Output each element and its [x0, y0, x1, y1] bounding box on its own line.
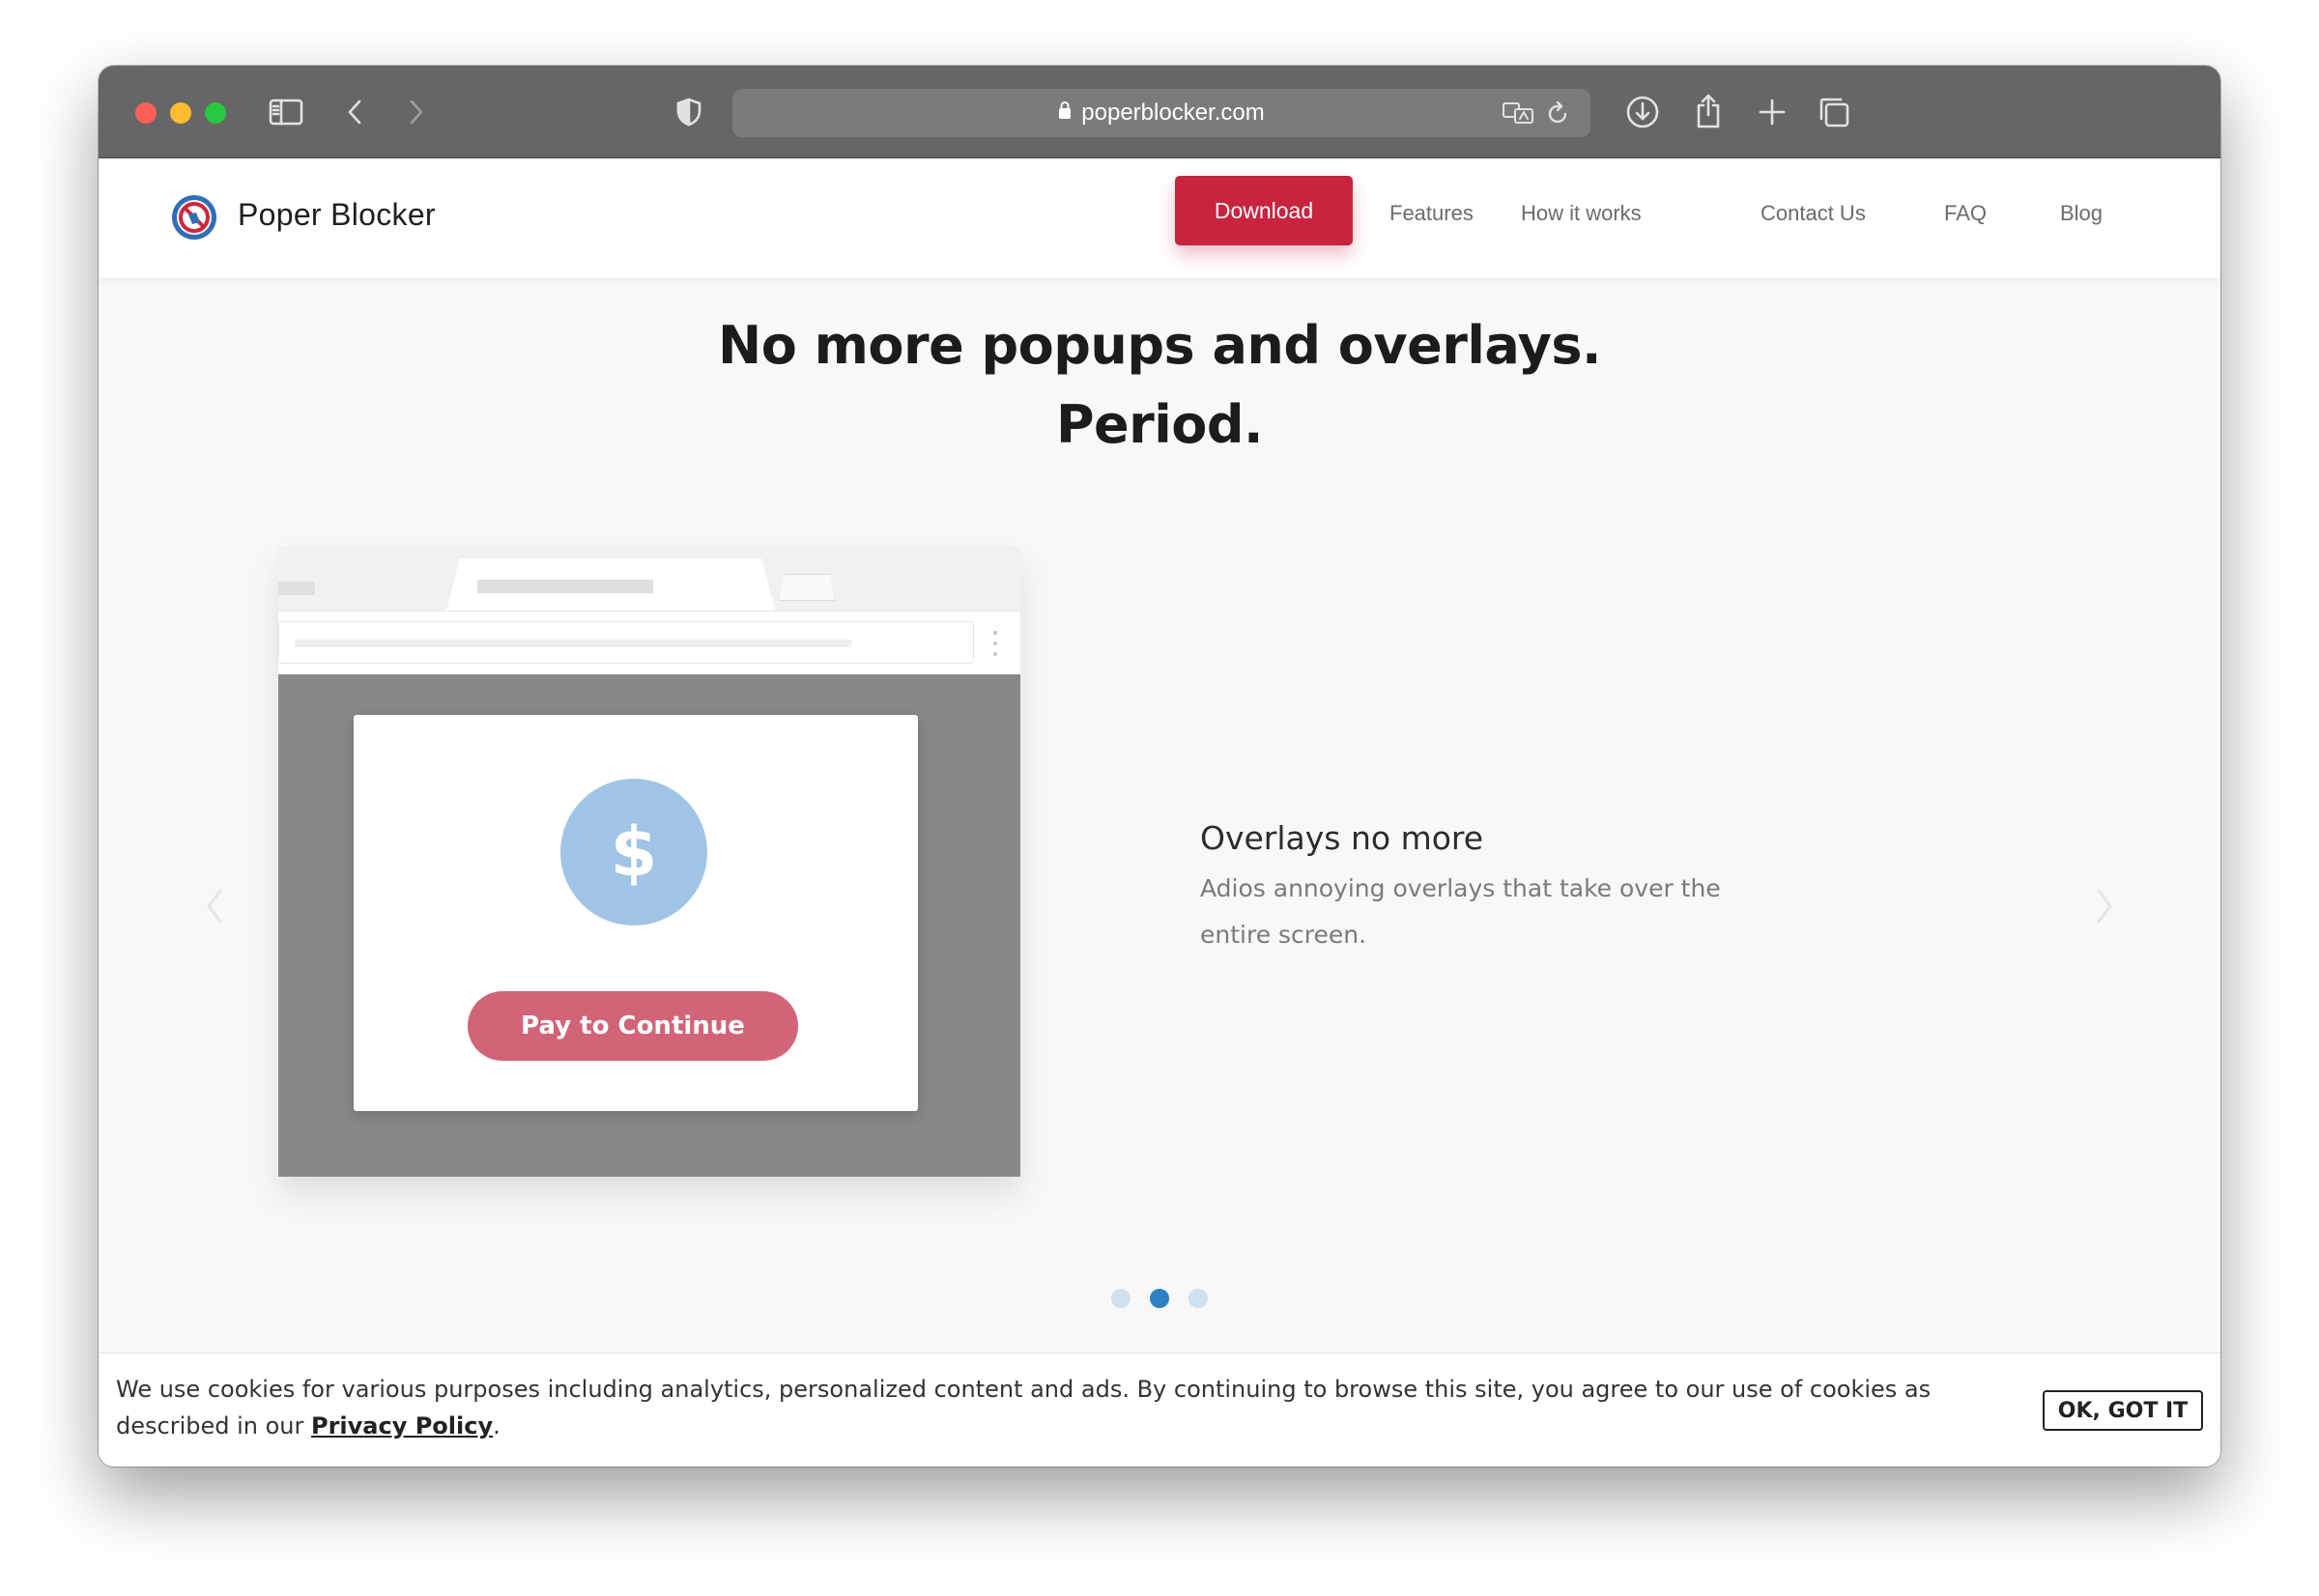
url-text: poperblocker.com	[1081, 100, 1265, 126]
close-window-button[interactable]	[135, 102, 157, 124]
nav-link-features[interactable]: Features	[1389, 201, 1474, 226]
carousel-dot-1[interactable]	[1111, 1289, 1131, 1308]
privacy-shield-icon[interactable]	[673, 95, 705, 129]
browser-toolbar: poperblocker.com	[99, 66, 2220, 158]
zoom-window-button[interactable]	[205, 102, 226, 124]
carousel-dot-2[interactable]	[1150, 1289, 1169, 1308]
slide-description: Adios annoying overlays that take over t…	[1200, 874, 1721, 949]
pay-to-continue-button: Pay to Continue	[468, 991, 798, 1061]
browser-mockup-illustration: $ Pay to Continue	[278, 547, 1020, 1177]
cookie-accept-button[interactable]: OK, GOT IT	[2043, 1390, 2203, 1431]
nav-link-how-it-works[interactable]: How it works	[1521, 201, 1642, 226]
nav-link-faq[interactable]: FAQ	[1944, 201, 1987, 226]
address-bar[interactable]: poperblocker.com	[732, 89, 1590, 137]
privacy-policy-link[interactable]: Privacy Policy	[311, 1412, 493, 1439]
slide-title: Overlays no more	[1200, 819, 1484, 857]
mockup-paywall-modal: $ Pay to Continue	[354, 715, 918, 1111]
downloads-icon[interactable]	[1623, 93, 1662, 131]
carousel-prev-arrow[interactable]	[195, 879, 234, 933]
browser-window: poperblocker.com Poper Blocker Download …	[99, 66, 2220, 1467]
download-button[interactable]: Download	[1175, 176, 1353, 245]
mockup-tab-strip	[278, 547, 1020, 611]
carousel-next-arrow[interactable]	[2085, 879, 2124, 933]
cookie-banner: We use cookies for various purposes incl…	[99, 1353, 2220, 1467]
nav-link-contact-us[interactable]: Contact Us	[1761, 201, 1866, 226]
sidebar-toggle-icon[interactable]	[267, 95, 305, 129]
carousel-pagination	[1111, 1289, 1208, 1308]
tab-overview-icon[interactable]	[1815, 93, 1853, 131]
new-tab-icon[interactable]	[1753, 93, 1791, 131]
hero-title-period: Period.	[1055, 394, 1264, 455]
mockup-new-tab	[779, 574, 835, 601]
mockup-address-bar	[278, 621, 974, 664]
cookie-message: We use cookies for various purposes incl…	[116, 1376, 1932, 1439]
main-nav: Download Features How it works Contact U…	[99, 158, 2220, 278]
nav-link-blog[interactable]: Blog	[2060, 201, 2103, 226]
site-header: Poper Blocker Download Features How it w…	[99, 158, 2220, 278]
hero-title: No more popups and overlays.	[718, 315, 1602, 376]
share-icon[interactable]	[1689, 91, 1728, 131]
dollar-icon: $	[560, 779, 707, 926]
translate-icon[interactable]	[1500, 97, 1536, 129]
back-icon[interactable]	[340, 95, 369, 129]
lock-icon	[1058, 100, 1072, 127]
forward-icon[interactable]	[402, 95, 431, 129]
mockup-overlay-backdrop: $ Pay to Continue	[278, 674, 1020, 1177]
carousel-dot-3[interactable]	[1188, 1289, 1208, 1308]
mockup-menu-icon	[993, 631, 997, 656]
minimize-window-button[interactable]	[170, 102, 191, 124]
reload-icon[interactable]	[1542, 97, 1575, 129]
